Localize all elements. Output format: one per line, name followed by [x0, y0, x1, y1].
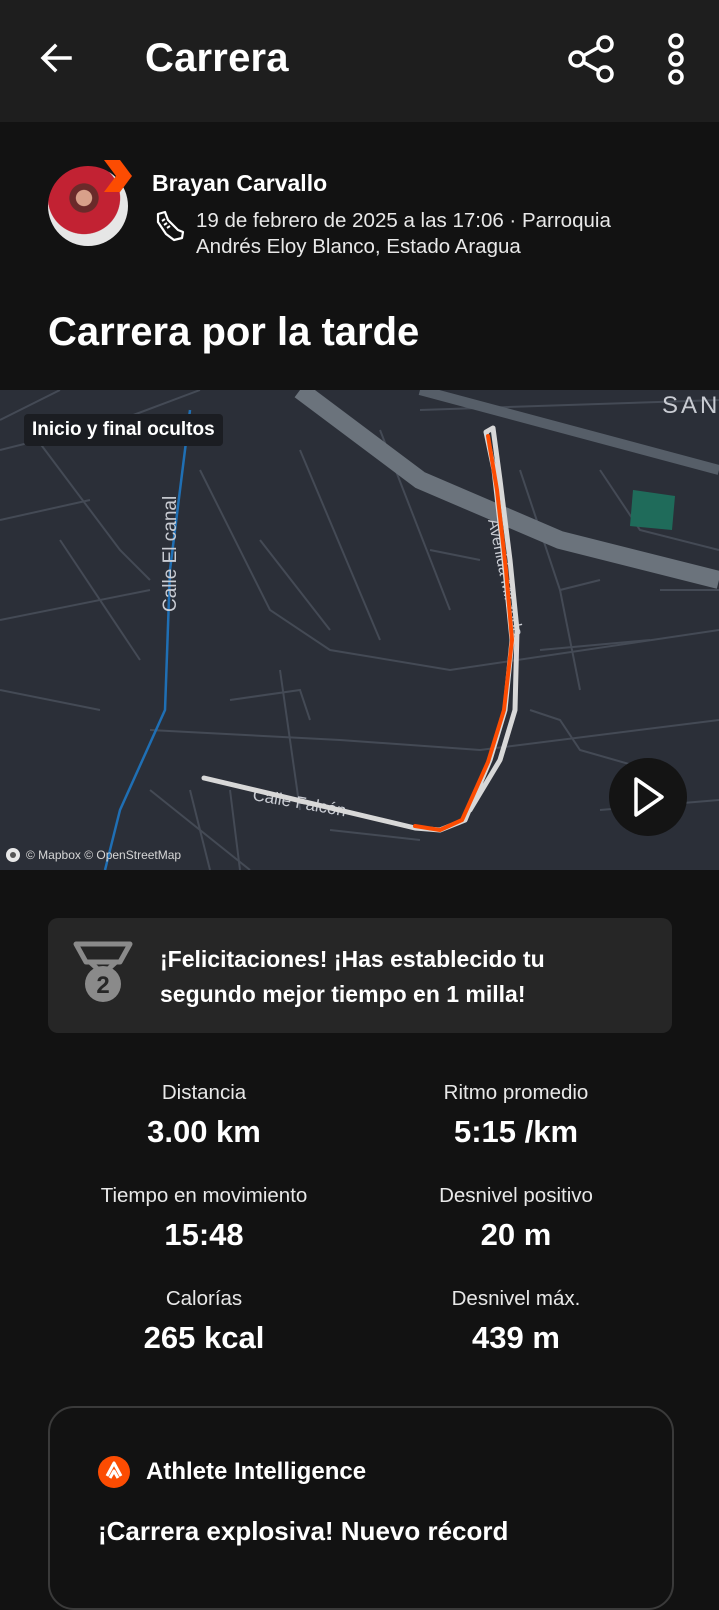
stat-label: Desnivel máx. — [451, 1287, 581, 1310]
athlete-intelligence-title: Athlete Intelligence — [146, 1458, 367, 1485]
page-title: Carrera — [145, 36, 289, 80]
stat-distance: Distancia 3.00 km — [48, 1080, 360, 1150]
athlete-intelligence-card[interactable]: Athlete Intelligence ¡Carrera explosiva!… — [48, 1406, 674, 1610]
map-attribution[interactable]: © Mapbox © OpenStreetMap — [6, 848, 181, 862]
top-app-bar: Carrera — [0, 0, 719, 122]
athlete-header: Brayan Carvallo 19 de febrero de 2025 a … — [48, 160, 688, 270]
street-label-canal: Calle El canal — [160, 496, 181, 612]
back-button[interactable] — [28, 30, 84, 86]
stat-calories: Calorías 265 kcal — [48, 1286, 360, 1356]
running-shoe-icon — [156, 210, 185, 242]
stat-label: Desnivel positivo — [439, 1184, 593, 1207]
more-vertical-icon — [668, 33, 684, 85]
share-icon — [568, 35, 614, 83]
stat-moving-time: Tiempo en movimiento 15:48 — [48, 1183, 360, 1253]
stat-value: 15:48 — [164, 1217, 244, 1252]
activity-date-location: 19 de febrero de 2025 a las 17:06 · Parr… — [196, 209, 611, 258]
stat-value: 439 m — [472, 1320, 560, 1355]
stat-max-elevation: Desnivel máx. 439 m — [360, 1286, 672, 1356]
route-line-shadow — [201, 425, 520, 833]
stat-value: 20 m — [480, 1217, 552, 1252]
play-icon — [634, 777, 664, 817]
back-arrow-icon — [40, 43, 72, 73]
privacy-badge: Inicio y final ocultos — [24, 414, 223, 446]
stat-value: 5:15 /km — [453, 1114, 579, 1149]
more-options-button[interactable] — [652, 28, 700, 90]
stat-value: 265 kcal — [143, 1320, 265, 1355]
area-label: SAN — [662, 392, 719, 419]
attribution-text: © Mapbox © OpenStreetMap — [26, 848, 182, 862]
stat-value: 3.00 km — [147, 1114, 261, 1149]
activity-title: Carrera por la tarde — [48, 310, 420, 354]
subscriber-badge-icon — [104, 160, 132, 192]
mapbox-logo-icon — [6, 848, 20, 862]
achievement-card[interactable]: 2 ¡Felicitaciones! ¡Has establecido tu s… — [48, 918, 672, 1033]
medal-rank: 2 — [96, 972, 109, 999]
share-button[interactable] — [562, 30, 620, 88]
stat-label: Distancia — [161, 1081, 247, 1104]
stat-label: Tiempo en movimiento — [100, 1184, 308, 1207]
play-flyover-button[interactable] — [609, 758, 687, 836]
stat-elevation-gain: Desnivel positivo 20 m — [360, 1183, 672, 1253]
medal-icon: 2 — [73, 941, 133, 1002]
achievement-text: ¡Felicitaciones! ¡Has establecido tu seg… — [160, 946, 545, 1007]
strava-spark-icon — [105, 1461, 123, 1479]
stat-avg-pace: Ritmo promedio 5:15 /km — [360, 1080, 672, 1150]
stat-label: Calorías — [165, 1287, 243, 1310]
athlete-intelligence-icon — [98, 1456, 130, 1488]
stat-label: Ritmo promedio — [443, 1081, 589, 1104]
athlete-name[interactable]: Brayan Carvallo — [152, 170, 327, 197]
route-map[interactable]: Calle El canal Calle Falcón Avenida Mira… — [0, 390, 719, 870]
